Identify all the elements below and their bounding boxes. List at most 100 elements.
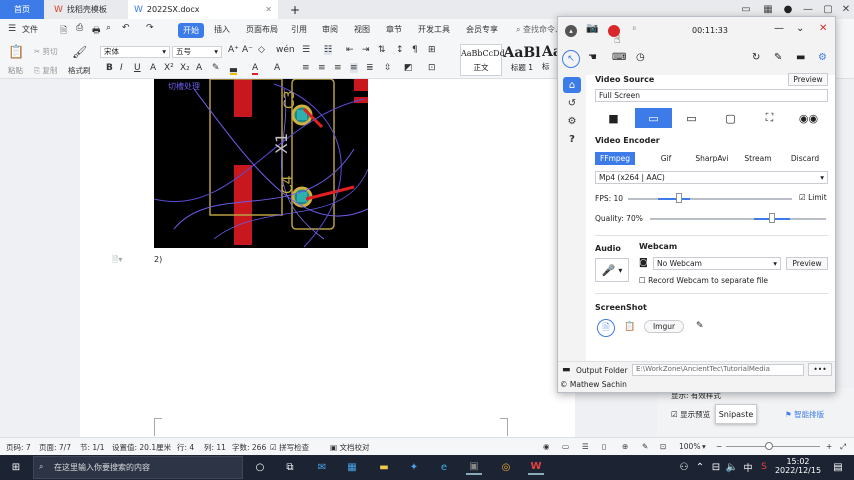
- strikethrough-icon[interactable]: A: [150, 63, 156, 73]
- source-screen-icon[interactable]: ▭: [635, 108, 672, 128]
- status-row[interactable]: 行: 4: [177, 442, 194, 453]
- style-heading-1[interactable]: AaBl 标题 1: [503, 44, 541, 76]
- zoom-slider[interactable]: [726, 446, 820, 447]
- wps-icon[interactable]: W: [528, 459, 544, 475]
- italic-icon[interactable]: I: [120, 63, 123, 73]
- mail-icon[interactable]: ✉: [314, 459, 330, 475]
- style-normal[interactable]: AaBbCcDd 正文: [460, 44, 505, 76]
- read-view-icon[interactable]: ▯: [602, 442, 606, 451]
- bold-icon[interactable]: B: [106, 63, 113, 73]
- windows-start-icon[interactable]: ⊞: [8, 459, 24, 475]
- fps-slider[interactable]: [628, 198, 792, 200]
- tab-review[interactable]: 审阅: [322, 24, 338, 35]
- align-left-icon[interactable]: ≡: [302, 63, 310, 73]
- encoder-stream[interactable]: Stream: [740, 152, 776, 165]
- save-file-icon[interactable]: 🗎: [597, 319, 615, 337]
- people-icon[interactable]: ⚇: [676, 459, 692, 475]
- paste-icon[interactable]: 📋: [8, 45, 24, 60]
- home-icon[interactable]: ⌂: [563, 77, 581, 93]
- web-view-icon[interactable]: ⊕: [622, 442, 628, 451]
- print-icon[interactable]: 🖶: [92, 23, 101, 39]
- subscript-icon[interactable]: X₂: [180, 63, 190, 73]
- collapse-icon[interactable]: ▴: [565, 25, 577, 37]
- tab-template[interactable]: W 找稻壳模板: [48, 0, 126, 19]
- close-icon[interactable]: ✕: [835, 0, 854, 19]
- notification-icon[interactable]: ▤: [830, 459, 846, 475]
- pointer-icon[interactable]: ↖: [562, 50, 580, 68]
- tab-member[interactable]: 会员专享: [466, 24, 498, 35]
- network-icon[interactable]: ⊟: [708, 459, 724, 475]
- edit-icon[interactable]: ✎: [696, 321, 704, 331]
- superscript-icon[interactable]: X²: [164, 63, 174, 73]
- clipboard-icon[interactable]: 📋: [624, 322, 635, 332]
- recorder-app-icon[interactable]: ▣: [466, 459, 482, 475]
- encoder-gif[interactable]: Gif: [648, 152, 684, 165]
- history-icon[interactable]: ↺: [563, 95, 581, 111]
- status-section[interactable]: 节: 1/1: [80, 442, 104, 453]
- ime-indicator[interactable]: 中: [740, 459, 756, 475]
- tab-layout[interactable]: 页面布局: [246, 24, 278, 35]
- source-region-icon[interactable]: ■: [595, 108, 632, 128]
- webcam-preview-button[interactable]: Preview: [786, 257, 828, 270]
- encoder-sharpavi[interactable]: SharpAvi: [692, 152, 732, 165]
- source-fullscreen-icon[interactable]: ⛶: [751, 108, 788, 128]
- tab-chapter[interactable]: 章节: [386, 24, 402, 35]
- save-icon[interactable]: 🗎: [60, 23, 67, 39]
- source-monitor-icon[interactable]: ▭: [673, 108, 710, 128]
- close-tab-icon[interactable]: ✕: [265, 5, 272, 14]
- pcb-image[interactable]: X1 C4 C3 切槽处理: [154, 79, 368, 248]
- table-icon[interactable]: ⊞: [428, 45, 436, 55]
- zoom-level[interactable]: 100%: [679, 442, 700, 451]
- justify-icon[interactable]: ≡: [350, 63, 358, 73]
- fit-icon[interactable]: ⊡: [660, 442, 666, 451]
- encoder-ffmpeg[interactable]: FFmpeg: [595, 152, 635, 165]
- chevron-down-icon[interactable]: ▾: [702, 442, 706, 451]
- edge-icon[interactable]: e: [436, 459, 452, 475]
- menu-icon[interactable]: ☰: [8, 24, 16, 34]
- underline-icon[interactable]: U: [134, 63, 141, 73]
- quality-slider[interactable]: [650, 218, 826, 220]
- style-heading-2[interactable]: Aa 标: [542, 44, 558, 76]
- chinese-layout-icon[interactable]: ⇅: [378, 45, 386, 55]
- outline-view-icon[interactable]: ☰: [582, 442, 589, 451]
- zoom-in-icon[interactable]: +: [826, 442, 832, 451]
- tab-references[interactable]: 引用: [291, 24, 307, 35]
- pause-icon[interactable]: ⏸: [632, 24, 637, 34]
- tray-up-icon[interactable]: ⌃: [692, 459, 708, 475]
- show-marks-icon[interactable]: ¶: [412, 45, 418, 55]
- tab-view[interactable]: 视图: [354, 24, 370, 35]
- app-icon[interactable]: ✦: [406, 459, 422, 475]
- minimize-icon[interactable]: —: [774, 23, 784, 34]
- text-effect-icon[interactable]: A: [196, 63, 202, 73]
- audio-source-button[interactable]: 🎤 ▾: [595, 258, 629, 282]
- pen-icon[interactable]: ✎: [642, 442, 648, 451]
- hand-icon[interactable]: ☚: [588, 52, 597, 63]
- doc-verify[interactable]: ▣ 文档校对: [330, 442, 369, 453]
- font-color-icon[interactable]: A: [252, 63, 259, 75]
- status-setting[interactable]: 设置值: 20.1厘米: [112, 442, 171, 453]
- bullets-icon[interactable]: ☰: [302, 45, 310, 55]
- record-webcam-checkbox[interactable]: ☐ Record Webcam to separate file: [639, 276, 768, 285]
- pinyin-icon[interactable]: wén: [276, 45, 295, 55]
- paragraph-handle-icon[interactable]: 🗎▾: [112, 254, 122, 268]
- preview-button[interactable]: Preview: [788, 73, 828, 86]
- tab-insert[interactable]: 插入: [214, 24, 230, 35]
- close-icon[interactable]: ✕: [819, 23, 827, 34]
- codec-select[interactable]: Mp4 (x264 | AAC) ▾: [595, 171, 828, 184]
- cut-button[interactable]: ✂ 剪切: [34, 46, 58, 57]
- char-border-icon[interactable]: A: [274, 63, 280, 73]
- refresh-icon[interactable]: ↻: [752, 52, 760, 63]
- highlight-icon[interactable]: ✎: [212, 63, 220, 73]
- output-path-field[interactable]: E:\WorkZone\AncientTec\TutorialMedia: [632, 364, 804, 376]
- pencil-icon[interactable]: ✎: [774, 52, 782, 63]
- format-painter-icon[interactable]: 🖌: [72, 45, 87, 59]
- align-right-icon[interactable]: ≡: [334, 63, 342, 73]
- tab-document[interactable]: W 2022SX.docx ✕: [128, 0, 278, 19]
- more-button[interactable]: •••: [808, 363, 832, 376]
- fullscreen-icon[interactable]: ⤢: [840, 442, 846, 452]
- new-tab-button[interactable]: +: [284, 0, 306, 19]
- zoom-slider-thumb[interactable]: [765, 442, 773, 450]
- cortana-icon[interactable]: ○: [252, 459, 268, 475]
- settings-icon[interactable]: ⚙: [563, 113, 581, 129]
- preview-icon[interactable]: ⌕: [106, 23, 111, 33]
